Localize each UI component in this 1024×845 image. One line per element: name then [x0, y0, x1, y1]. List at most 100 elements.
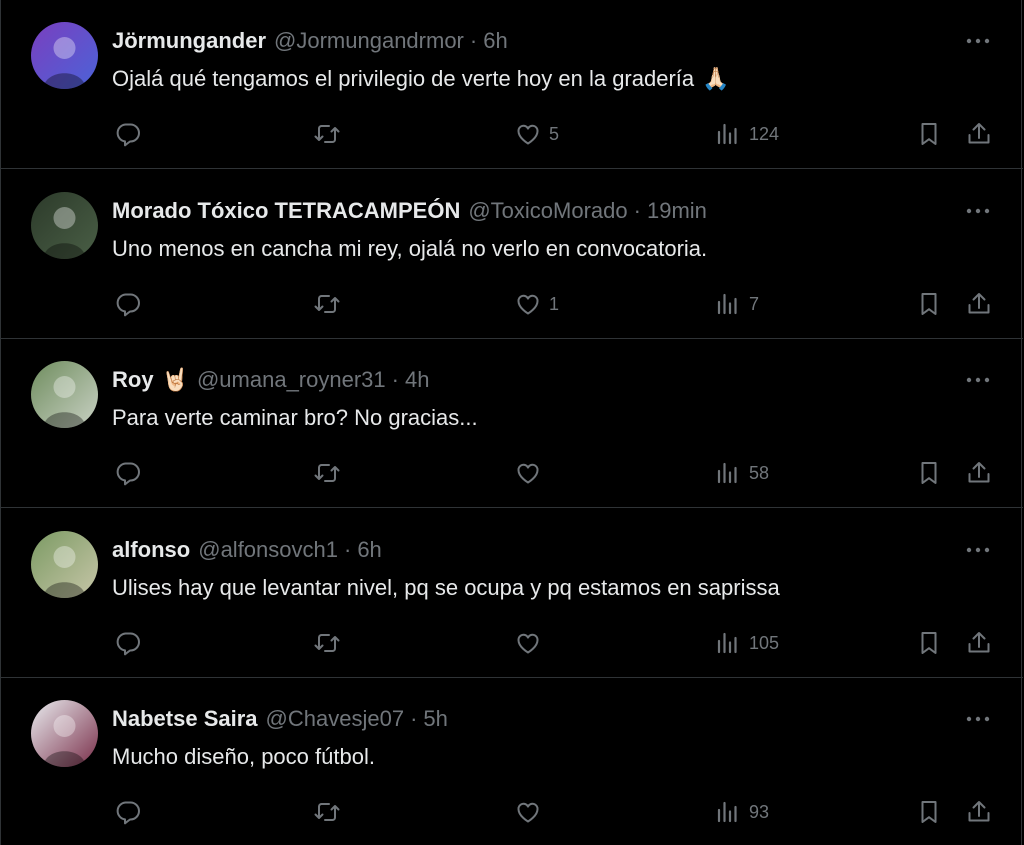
- user-handle[interactable]: @alfonsovch1: [198, 537, 338, 563]
- views-icon: [717, 462, 737, 484]
- reply-text: Uno menos en cancha mi rey, ojalá no ver…: [112, 234, 963, 264]
- reply-text-content: Uno menos en cancha mi rey, ojalá no ver…: [112, 236, 708, 261]
- share-button[interactable]: [964, 457, 994, 489]
- avatar[interactable]: [31, 531, 98, 598]
- more-icon[interactable]: [963, 537, 993, 563]
- bookmark-button[interactable]: [914, 796, 944, 828]
- reply-button[interactable]: [113, 627, 143, 659]
- share-button[interactable]: [964, 118, 994, 150]
- reply-tweet[interactable]: Morado Tóxico TETRACAMPEÓN @ToxicoMorado…: [1, 170, 1023, 339]
- more-icon[interactable]: [963, 198, 993, 224]
- avatar-image: [31, 700, 98, 767]
- reply-header: alfonso @alfonsovch1 · 6h: [112, 535, 963, 565]
- reply-tweet[interactable]: alfonso @alfonsovch1 · 6h Ulises hay que…: [1, 509, 1023, 678]
- views-button[interactable]: 93: [713, 796, 769, 828]
- bookmark-button[interactable]: [914, 118, 944, 150]
- share-icon: [968, 123, 990, 144]
- like-button[interactable]: [513, 627, 549, 659]
- views-count: 124: [749, 123, 780, 144]
- avatar-image: [31, 361, 98, 428]
- reply-header: Morado Tóxico TETRACAMPEÓN @ToxicoMorado…: [112, 196, 963, 226]
- like-button[interactable]: 1: [513, 288, 559, 320]
- views-count: 105: [749, 632, 780, 653]
- share-button[interactable]: [964, 627, 994, 659]
- bookmark-button[interactable]: [914, 627, 944, 659]
- views-icon: [717, 801, 737, 823]
- reply-icon: [116, 123, 140, 147]
- bookmark-button[interactable]: [914, 457, 944, 489]
- reply-button[interactable]: [113, 457, 143, 489]
- avatar-image: [31, 192, 98, 259]
- like-button[interactable]: 5: [513, 118, 559, 150]
- views-button[interactable]: 124: [713, 118, 779, 150]
- reply-header: Roy 🤘🏻 @umana_royner31 · 4h: [112, 365, 963, 395]
- like-button[interactable]: [513, 457, 549, 489]
- action-bar: 5 124: [1, 116, 1023, 152]
- share-icon: [968, 462, 990, 483]
- timestamp[interactable]: 4h: [405, 367, 429, 393]
- reply-text-content: Mucho diseño, poco fútbol.: [112, 744, 375, 769]
- display-name[interactable]: Jörmungander: [112, 28, 266, 54]
- reply-button[interactable]: [113, 288, 143, 320]
- timestamp[interactable]: 6h: [483, 28, 507, 54]
- reply-text: Mucho diseño, poco fútbol.: [112, 742, 963, 772]
- more-icon[interactable]: [963, 28, 993, 54]
- avatar-image: [31, 22, 98, 89]
- name-emoji: 🤘🏻: [161, 367, 189, 392]
- action-bar: 93: [1, 794, 1023, 830]
- reply-button[interactable]: [113, 118, 143, 150]
- user-handle[interactable]: @umana_royner31: [197, 367, 386, 393]
- retweet-button[interactable]: [312, 796, 342, 828]
- views-button[interactable]: 105: [713, 627, 779, 659]
- retweet-icon: [314, 125, 340, 143]
- retweet-button[interactable]: [312, 118, 342, 150]
- avatar-image: [31, 531, 98, 598]
- display-name[interactable]: alfonso: [112, 537, 190, 563]
- avatar[interactable]: [31, 192, 98, 259]
- more-icon[interactable]: [963, 706, 993, 732]
- user-handle[interactable]: @Chavesje07: [266, 706, 405, 732]
- share-icon: [968, 801, 990, 822]
- display-name[interactable]: Morado Tóxico TETRACAMPEÓN: [112, 198, 460, 224]
- replies-feed: Jörmungander @Jormungandrmor · 6h Ojalá …: [0, 0, 1023, 845]
- retweet-button[interactable]: [312, 457, 342, 489]
- separator-dot: ·: [391, 367, 399, 392]
- reply-tweet[interactable]: Jörmungander @Jormungandrmor · 6h Ojalá …: [1, 0, 1023, 169]
- reply-button[interactable]: [113, 796, 143, 828]
- action-bar: 58: [1, 455, 1023, 491]
- heart-icon: [517, 294, 539, 315]
- timestamp[interactable]: 19min: [647, 198, 707, 224]
- views-button[interactable]: 58: [713, 457, 769, 489]
- timestamp[interactable]: 6h: [357, 537, 381, 563]
- like-button[interactable]: [513, 796, 549, 828]
- views-count: 58: [749, 462, 770, 483]
- user-handle[interactable]: @ToxicoMorado: [468, 198, 627, 224]
- retweet-button[interactable]: [312, 288, 342, 320]
- reply-header: Nabetse Saira @Chavesje07 · 5h: [112, 704, 963, 734]
- views-button[interactable]: 7: [713, 288, 759, 320]
- reply-tweet[interactable]: Nabetse Saira @Chavesje07 · 5h Mucho dis…: [1, 678, 1023, 845]
- avatar[interactable]: [31, 700, 98, 767]
- action-bar: 1 7: [1, 286, 1023, 322]
- avatar[interactable]: [31, 22, 98, 89]
- user-handle[interactable]: @Jormungandrmor: [274, 28, 464, 54]
- display-name[interactable]: Nabetse Saira: [112, 706, 258, 732]
- avatar[interactable]: [31, 361, 98, 428]
- bookmark-button[interactable]: [914, 288, 944, 320]
- heart-icon: [517, 124, 539, 145]
- separator-dot: ·: [343, 537, 352, 562]
- views-count: 7: [749, 293, 760, 314]
- display-name[interactable]: Roy: [112, 367, 154, 393]
- share-button[interactable]: [964, 796, 994, 828]
- separator-dot: ·: [633, 198, 641, 223]
- heart-icon: [517, 802, 539, 823]
- retweet-button[interactable]: [312, 627, 342, 659]
- reply-text-content: Para verte caminar bro? No gracias...: [112, 405, 478, 430]
- more-icon[interactable]: [963, 367, 993, 393]
- bookmark-icon: [921, 632, 937, 654]
- timestamp[interactable]: 5h: [423, 706, 447, 732]
- retweet-icon: [314, 295, 340, 313]
- reply-tweet[interactable]: Roy 🤘🏻 @umana_royner31 · 4h Para verte c…: [1, 339, 1023, 508]
- bookmark-icon: [921, 801, 937, 823]
- share-button[interactable]: [964, 288, 994, 320]
